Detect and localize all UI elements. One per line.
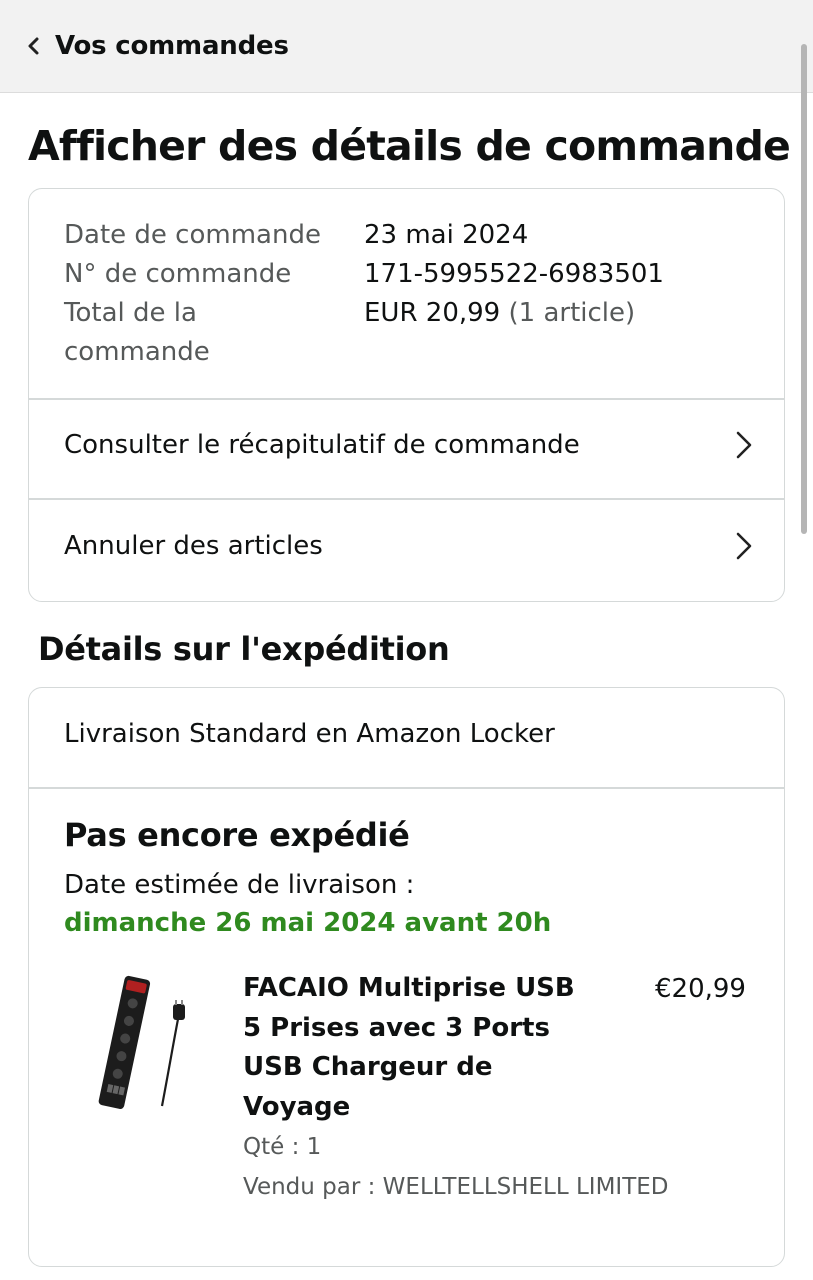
divider — [29, 787, 784, 789]
order-date-value: 23 mai 2024 — [364, 220, 529, 250]
product-quantity: Qté : 1 — [243, 1134, 322, 1160]
product-price: €20,99 — [655, 974, 746, 1004]
order-total-amount: EUR 20,99 — [364, 298, 501, 328]
product-seller: Vendu par : WELLTELLSHELL LIMITED — [243, 1174, 669, 1200]
divider — [29, 398, 784, 400]
order-total-label-line1: Total de la — [64, 298, 197, 328]
shipping-section-title: Détails sur l'expédition — [38, 630, 450, 668]
scrollbar[interactable] — [801, 44, 807, 534]
order-total-label-line2: commande — [64, 337, 210, 367]
shipping-method: Livraison Standard en Amazon Locker — [64, 719, 555, 749]
order-number-value: 171-5995522-6983501 — [364, 259, 664, 289]
delivery-estimate-label: Date estimée de livraison : — [64, 870, 415, 900]
page-title: Afficher des détails de commande — [28, 122, 791, 170]
delivery-estimate-date: dimanche 26 mai 2024 avant 20h — [64, 908, 552, 938]
chevron-left-icon[interactable] — [26, 36, 42, 56]
view-order-summary-label: Consulter le récapitulatif de commande — [64, 430, 580, 460]
divider — [29, 498, 784, 500]
back-link[interactable]: Vos commandes — [55, 29, 289, 63]
product-image-power-strip[interactable] — [87, 974, 197, 1114]
order-item-count: (1 article) — [508, 298, 636, 328]
shipment-card: Livraison Standard en Amazon Locker Pas … — [28, 687, 785, 1267]
shipment-status: Pas encore expédié — [64, 816, 410, 854]
cancel-items-label: Annuler des articles — [64, 531, 323, 561]
order-date-label: Date de commande — [64, 220, 321, 250]
chevron-right-icon — [736, 532, 752, 560]
order-total-value: EUR 20,99 (1 article) — [364, 294, 635, 333]
order-summary-card: Date de commande 23 mai 2024 N° de comma… — [28, 188, 785, 602]
chevron-right-icon — [736, 431, 752, 459]
order-number-label: N° de commande — [64, 259, 292, 289]
top-nav-bar: Vos commandes — [0, 0, 813, 93]
product-title[interactable]: FACAIO Multiprise USB 5 Prises avec 3 Po… — [243, 969, 583, 1127]
